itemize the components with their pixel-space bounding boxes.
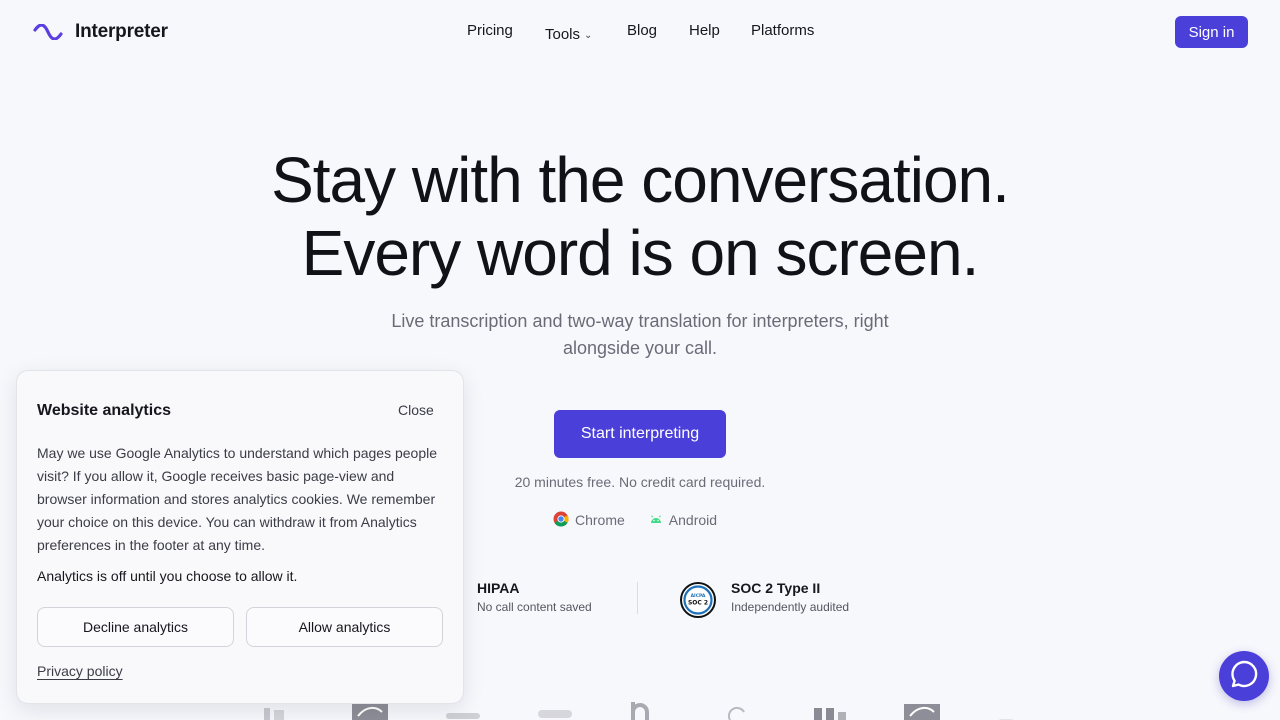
customer-logo-icon (722, 706, 758, 720)
customer-logo-icon (996, 712, 1016, 720)
platform-chrome[interactable]: Chrome (553, 511, 625, 530)
decline-analytics-button[interactable]: Decline analytics (37, 607, 234, 647)
chat-launcher-button[interactable] (1219, 651, 1269, 701)
nav-label: Pricing (467, 22, 513, 39)
nav-tools[interactable]: Tools ⌄ (545, 22, 592, 47)
trust-hipaa: HIPAA No call content saved (477, 578, 592, 616)
platform-android[interactable]: Android (649, 512, 717, 528)
soc2-badge-icon: AICPA SOC 2 (680, 582, 716, 623)
nav-label: Blog (627, 22, 658, 39)
customer-logo-icon (629, 700, 665, 720)
trust-divider (637, 582, 638, 614)
allow-analytics-button[interactable]: Allow analytics (246, 607, 443, 647)
chrome-icon (553, 511, 569, 530)
chevron-down-icon: ⌄ (584, 30, 593, 41)
trust-subtitle: No call content saved (477, 600, 592, 614)
sign-in-button[interactable]: Sign in (1175, 16, 1248, 48)
chat-bubble-icon (1229, 659, 1259, 694)
hero-subtitle: Live transcription and two-way translati… (391, 311, 889, 358)
hero-title-line-2: Every word is on screen. (301, 217, 980, 289)
hero-title-line-1: Stay with the conversation. (271, 144, 1010, 216)
trust-title: HIPAA (477, 580, 520, 596)
nav-platforms[interactable]: Platforms (751, 20, 814, 42)
nav-label: Platforms (751, 22, 815, 39)
customer-logo-icon (812, 704, 852, 720)
privacy-policy-link[interactable]: Privacy policy (37, 663, 123, 679)
main-nav: Pricing Tools ⌄ Blog Help Platforms (0, 20, 1280, 44)
trust-title: SOC 2 Type II (731, 580, 821, 596)
platform-label: Chrome (575, 512, 625, 528)
trust-soc2: SOC 2 Type II Independently audited (731, 578, 849, 616)
site-header: Interpreter Pricing Tools ⌄ Blog Help Pl… (0, 0, 1280, 64)
platform-links: Chrome Android (553, 510, 717, 530)
customer-logo-icon (536, 704, 576, 720)
nav-pricing[interactable]: Pricing (467, 20, 513, 42)
trust-subtitle: Independently audited (731, 600, 850, 614)
analytics-consent-dialog: Website analytics Close May we use Googl… (16, 370, 464, 704)
start-interpreting-button[interactable]: Start interpreting (554, 410, 726, 458)
consent-body: May we use Google Analytics to understan… (37, 445, 438, 553)
nav-help[interactable]: Help (689, 20, 720, 42)
hero-title: Stay with the conversation. Every word i… (0, 144, 1280, 290)
consent-close-button[interactable]: Close (398, 402, 434, 418)
soc-badge-top-text: AICPA (691, 593, 706, 599)
nav-blog[interactable]: Blog (627, 20, 657, 42)
customer-logo-icon (444, 708, 484, 720)
customer-logo-icon (352, 702, 388, 720)
android-icon (649, 512, 663, 528)
soc-badge-bottom-text: SOC 2 (688, 600, 708, 607)
platform-label: Android (668, 512, 718, 528)
nav-label: Help (689, 22, 720, 39)
customer-logo-icon (904, 702, 940, 720)
consent-status: Analytics is off until you choose to all… (37, 568, 298, 584)
consent-title: Website analytics (37, 402, 171, 419)
nav-label: Tools (545, 25, 581, 43)
